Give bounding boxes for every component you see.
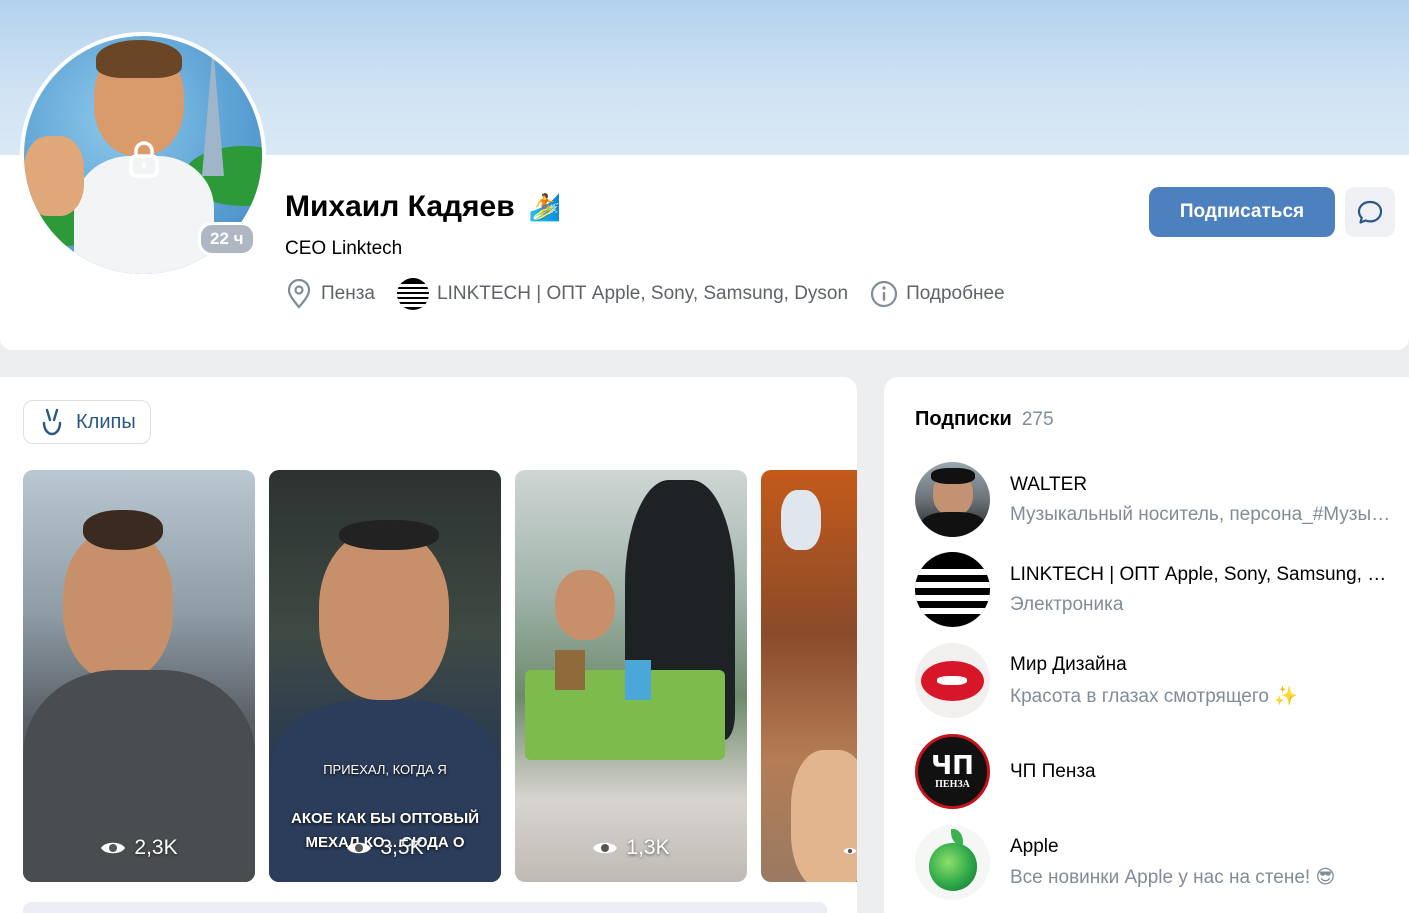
eye-icon [347,842,372,854]
clip-card[interactable]: ПРИЕХАЛ, КОГДА Я АКОЕ КАК БЫ ОПТОВЫЙ МЕХ… [269,470,501,882]
clip-caption: ПРИЕХАЛ, КОГДА Я [323,762,447,777]
clip-views: 1,3K [515,836,747,860]
eye-icon [593,842,618,854]
workplace-item[interactable]: LINKTECH | ОПТ Apple, Sony, Samsung, Dys… [397,278,848,310]
subscription-item[interactable]: WALTER Музыкальный носитель, персона_#Му… [915,462,1395,537]
linktech-avatar [915,552,990,627]
more-info-label: Подробнее [906,283,1005,304]
clips-icon [42,408,62,436]
clip-views: 2,3K [23,836,255,860]
subscription-name: Apple [1010,836,1059,857]
more-info-item[interactable]: Подробнее [870,280,1005,308]
eye-icon [101,842,126,854]
city-item[interactable]: Пенза [285,279,375,309]
clips-section: Клипы 2,3K ПРИЕХАЛ, КОГДА Я АКОЕ КАК БЫ … [0,377,857,913]
subscription-item[interactable]: Apple Все новинки Apple у нас на стене! … [915,825,1395,900]
subscription-desc: Все новинки Apple у нас на стене! 😎 [1010,867,1336,888]
chp-logo-text: ЧП [931,750,974,781]
apple-avatar [915,825,990,900]
clip-card[interactable]: 1,3K [515,470,747,882]
chp-penza-avatar: ЧП ПЕНЗА [915,734,990,809]
clip-views: 3,5K [269,836,501,860]
profile-name-text: Михаил Кадяев [285,190,515,223]
subscription-name: Мир Дизайна [1010,653,1127,675]
lock-icon [129,141,159,178]
subscriptions-title: Подписки [915,408,1012,430]
eye-icon [843,848,857,854]
subscription-desc: Электроника [1010,593,1124,615]
location-pin-icon [287,279,311,309]
message-bubble-icon [1357,200,1383,224]
subscriptions-header[interactable]: Подписки 275 [915,408,1054,431]
tab-clips-label: Клипы [76,410,136,433]
info-icon [870,280,898,308]
walter-avatar [915,462,990,537]
subscription-desc: Красота в глазах смотрящего ✨ [1010,685,1298,707]
next-section-edge [23,902,827,913]
subscription-name: WALTER [1010,473,1088,495]
subscription-item[interactable]: LINKTECH | ОПТ Apple, Sony, Samsung, Dys… [915,552,1395,627]
subscription-desc: Музыкальный носитель, персона_#Музыкальн… [1010,503,1395,525]
clip-card[interactable]: 2,3K [23,470,255,882]
mir-dizaina-avatar [915,643,990,718]
city-label: Пенза [321,283,375,304]
subscription-name: ЧП Пенза [1010,760,1096,782]
subscriptions-section: Подписки 275 WALTER Музыкальный носитель… [884,377,1409,913]
subscription-name: LINKTECH | ОПТ Apple, Sony, Samsung, Dys… [1010,563,1395,585]
clip-card[interactable] [761,470,857,882]
chp-logo-sub: ПЕНЗА [935,778,970,790]
profile-name: Михаил Кадяев 🏄 [285,190,561,224]
subscription-item[interactable]: Мир Дизайна Красота в глазах смотрящего … [915,643,1395,718]
profile-occupation: CEO Linktech [285,238,403,259]
profile-meta: Пенза LINKTECH | ОПТ Apple, Sony, Samsun… [285,278,1027,310]
workplace-label: LINKTECH | ОПТ Apple, Sony, Samsung, Dys… [437,283,849,304]
clip-views [761,842,857,860]
subscribe-button[interactable]: Подписаться [1149,187,1335,237]
surfer-emoji-icon: 🏄 [528,191,562,222]
last-seen-badge: 22 ч [198,222,256,256]
clip-caption: АКОЕ КАК БЫ ОПТОВЫЙ [291,810,479,827]
subscription-item[interactable]: ЧП ПЕНЗА ЧП Пенза [915,734,1395,809]
linktech-logo-icon [397,278,429,310]
tab-clips[interactable]: Клипы [23,400,151,444]
message-button[interactable] [1345,187,1395,237]
subscriptions-count: 275 [1021,409,1054,430]
